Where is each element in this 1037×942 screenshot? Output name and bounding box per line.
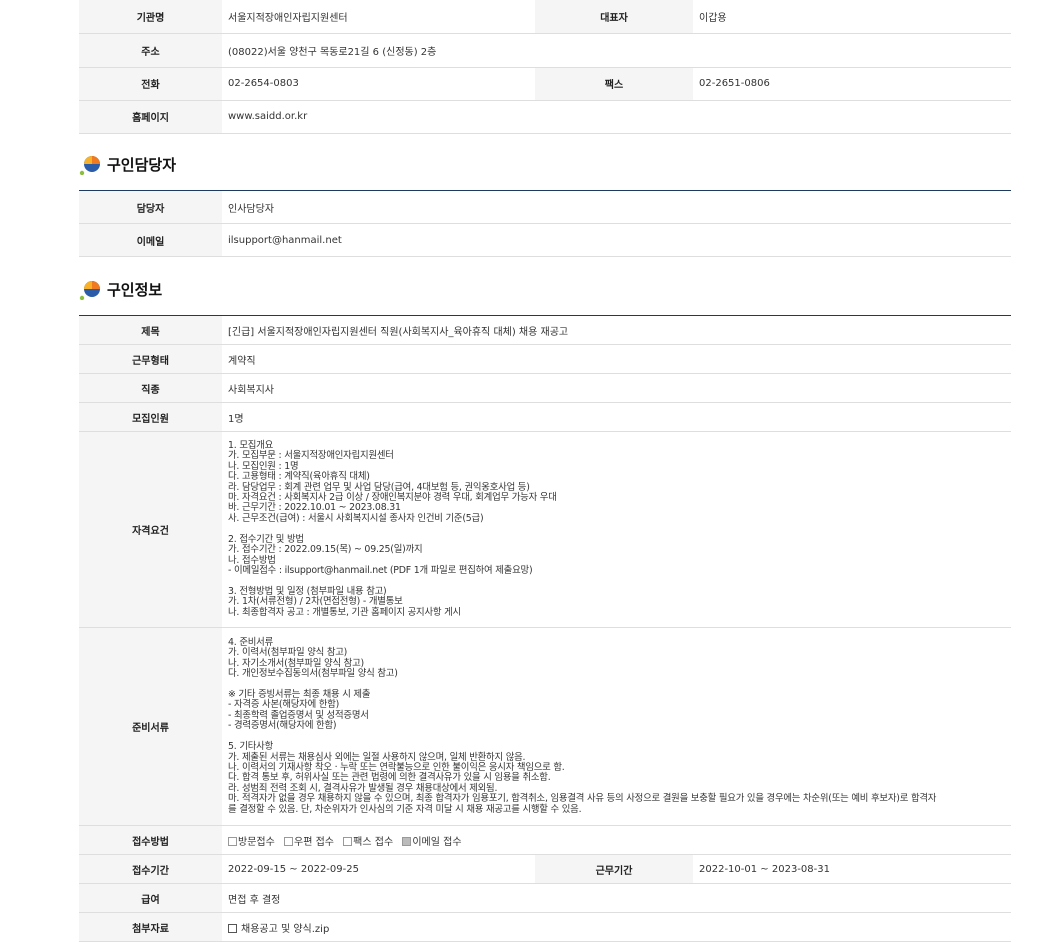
org-row-homepage: 홈페이지 www.saidd.or.kr	[79, 100, 1011, 134]
org-address-label: 주소	[79, 33, 222, 68]
job-section-heading: 구인정보	[79, 278, 163, 301]
job-salary-value: 면접 후 결정	[222, 883, 1011, 913]
job-documents-value: 4. 준비서류 가. 이력서(첨부파일 양식 참고) 나. 자기소개서(첨부파일…	[222, 627, 1011, 826]
job-row-attach: 첨부자료 채용공고 및 양식.zip	[79, 912, 1011, 942]
job-period-value: 2022-09-15 ~ 2022-09-25	[222, 854, 535, 884]
org-ceo-label: 대표자	[535, 0, 693, 34]
job-requirements-value: 1. 모집개요 가. 모집부문 : 서울지적장애인자립지원센터 나. 모집인원 …	[222, 431, 1011, 628]
method-option-fax: 팩스 접수	[343, 836, 394, 848]
org-fax-value: 02-2651-0806	[693, 67, 1011, 101]
contact-email-value: ilsupport@hanmail.net	[222, 223, 1011, 257]
job-row-requirements: 자격요건 1. 모집개요 가. 모집부문 : 서울지적장애인자립지원센터 나. …	[79, 431, 1011, 628]
contact-email-label: 이메일	[79, 223, 222, 257]
method-fax-checkbox	[343, 836, 353, 846]
job-occupation-value: 사회복지사	[222, 373, 1011, 403]
method-visit-label: 방문접수	[238, 836, 275, 848]
job-workperiod-value: 2022-10-01 ~ 2023-08-31	[693, 854, 1011, 884]
org-ceo-value: 이갑용	[693, 0, 1011, 34]
job-method-label: 접수방법	[79, 825, 222, 855]
org-row-address: 주소 (08022)서울 양천구 목동로21길 6 (신정동) 2층	[79, 33, 1011, 68]
job-subject-label: 제목	[79, 315, 222, 345]
attachment-link[interactable]: 채용공고 및 양식.zip	[241, 924, 329, 935]
method-option-visit: 방문접수	[228, 836, 275, 848]
job-row-headcount: 모집인원 1명	[79, 402, 1011, 432]
method-option-mail: 우편 접수	[284, 836, 334, 848]
job-requirements-label: 자격요건	[79, 431, 222, 628]
job-attach-label: 첨부자료	[79, 912, 222, 942]
method-mail-label: 우편 접수	[294, 836, 334, 848]
contact-table: 담당자 인사담당자 이메일 ilsupport@hanmail.net	[79, 190, 1011, 257]
job-row-subject: 제목 [긴급] 서울지적장애인자립지원센터 직원(사회복지사_육아휴직 대체) …	[79, 315, 1011, 345]
method-email-label: 이메일 접수	[412, 836, 462, 848]
org-row-name: 기관명 서울지적장애인자립지원센터 대표자 이갑용	[79, 0, 1011, 34]
job-headcount-label: 모집인원	[79, 402, 222, 432]
job-row-method: 접수방법 방문접수 우편 접수 팩스 접수 이메일 접수	[79, 825, 1011, 855]
job-row-period: 접수기간 2022-09-15 ~ 2022-09-25 근무기간 2022-1…	[79, 854, 1011, 884]
org-phone-value: 02-2654-0803	[222, 67, 535, 101]
job-salary-label: 급여	[79, 883, 222, 913]
contact-section-title: 구인담당자	[107, 155, 177, 174]
job-table: 제목 [긴급] 서울지적장애인자립지원센터 직원(사회복지사_육아휴직 대체) …	[79, 315, 1011, 942]
section-bullet-icon	[79, 153, 105, 176]
job-period-label: 접수기간	[79, 854, 222, 884]
job-subject-value: [긴급] 서울지적장애인자립지원센터 직원(사회복지사_육아휴직 대체) 채용 …	[222, 315, 1011, 345]
method-email-checkbox	[402, 836, 412, 846]
job-method-options: 방문접수 우편 접수 팩스 접수 이메일 접수	[222, 825, 1011, 855]
section-bullet-icon	[79, 278, 105, 301]
job-worktype-label: 근무형태	[79, 344, 222, 374]
org-fax-label: 팩스	[535, 67, 693, 101]
org-phone-label: 전화	[79, 67, 222, 101]
method-fax-label: 팩스 접수	[353, 836, 394, 848]
job-documents-label: 준비서류	[79, 627, 222, 826]
org-name-label: 기관명	[79, 0, 222, 34]
job-row-worktype: 근무형태 계약직	[79, 344, 1011, 374]
job-attach-cell: 채용공고 및 양식.zip	[222, 912, 1011, 942]
job-occupation-label: 직종	[79, 373, 222, 403]
job-workperiod-label: 근무기간	[535, 854, 693, 884]
contact-row-email: 이메일 ilsupport@hanmail.net	[79, 223, 1011, 257]
method-mail-checkbox	[284, 836, 293, 846]
org-info-table: 기관명 서울지적장애인자립지원센터 대표자 이갑용 주소 (08022)서울 양…	[79, 0, 1011, 134]
org-name-value: 서울지적장애인자립지원센터	[222, 0, 535, 34]
org-homepage-label: 홈페이지	[79, 100, 222, 134]
job-worktype-value: 계약직	[222, 344, 1011, 374]
org-address-value: (08022)서울 양천구 목동로21길 6 (신정동) 2층	[222, 33, 1011, 68]
method-option-email: 이메일 접수	[402, 836, 462, 848]
org-row-phone: 전화 02-2654-0803 팩스 02-2651-0806	[79, 67, 1011, 101]
contact-section-heading: 구인담당자	[79, 153, 177, 176]
job-headcount-value: 1명	[222, 402, 1011, 432]
contact-person-value: 인사담당자	[222, 190, 1011, 224]
job-row-documents: 준비서류 4. 준비서류 가. 이력서(첨부파일 양식 참고) 나. 자기소개서…	[79, 627, 1011, 826]
job-section-title: 구인정보	[107, 280, 163, 299]
contact-person-label: 담당자	[79, 190, 222, 224]
attachment-icon	[228, 923, 237, 933]
contact-row-person: 담당자 인사담당자	[79, 190, 1011, 224]
job-row-salary: 급여 면접 후 결정	[79, 883, 1011, 913]
org-homepage-link[interactable]: www.saidd.or.kr	[222, 100, 1011, 134]
job-row-occupation: 직종 사회복지사	[79, 373, 1011, 403]
method-visit-checkbox	[228, 836, 237, 846]
